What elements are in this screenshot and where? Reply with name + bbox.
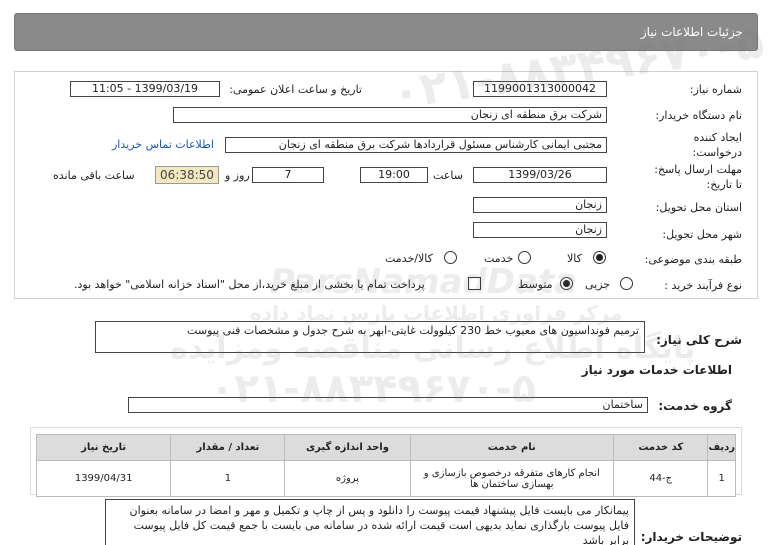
cell-unit: پروژه (284, 460, 411, 497)
buyer-field: شرکت برق منطقه ای زنجان (173, 107, 607, 123)
services-table: ردیف کد خدمت نام خدمت واحد اندازه گیری ت… (35, 434, 736, 497)
deadline-date-field: 1399/03/26 (473, 167, 607, 183)
col-service-name: نام خدمت (409, 434, 615, 461)
province-label: استان محل تحویل: (655, 201, 742, 214)
buyer-label: نام دستگاه خریدار: (655, 109, 742, 122)
deadline-time-field: 19:00 (360, 167, 428, 183)
table-row: 1 ج-44 انجام کارهای متفرقه درخصوص بازساز… (35, 460, 736, 497)
category-goods-service-radio[interactable] (444, 251, 457, 264)
process-medium-label: متوسط (518, 278, 553, 291)
category-goods-radio[interactable] (593, 251, 606, 264)
category-label: طبقه بندی موضوعی: (644, 253, 742, 266)
col-need-date: تاریخ نیاز (35, 434, 172, 461)
category-service-radio[interactable] (518, 251, 531, 264)
cell-need-date: 1399/04/31 (35, 460, 172, 497)
buyer-notes-label: توضیحات خریدار: (640, 530, 742, 544)
col-service-code: کد خدمت (613, 434, 709, 461)
announce-date-label: تاریخ و ساعت اعلان عمومی: (229, 83, 362, 96)
cell-service-code: ج-44 (613, 460, 709, 497)
creator-label: ایجاد کننده درخواست: (692, 131, 742, 159)
announce-date-field: 1399/03/19 - 11:05 (70, 81, 220, 97)
treasury-checkbox[interactable] (468, 277, 481, 290)
services-section-title: اطلاعات خدمات مورد نیاز (581, 363, 732, 377)
creator-field: مجتبی ایمانی کارشناس مسئول قراردادها شرک… (225, 137, 607, 153)
city-field: زنجان (473, 222, 607, 238)
service-group-label: گروه خدمت: (658, 399, 732, 413)
treasury-text: پرداخت تمام یا بخشی از مبلغ خرید،از محل … (74, 278, 425, 291)
deadline-label: مهلت ارسال پاسخ: تا تاریخ: (654, 163, 742, 191)
col-row: ردیف (707, 434, 736, 461)
process-medium-radio[interactable] (560, 277, 573, 290)
cell-quantity: 1 (170, 460, 286, 497)
services-table-wrapper: ردیف کد خدمت نام خدمت واحد اندازه گیری ت… (30, 427, 742, 497)
need-number-label: شماره نیاز: (689, 83, 742, 96)
category-goods-label: کالا (567, 252, 582, 265)
process-label: نوع فرآیند خرید : (664, 279, 742, 292)
table-header-row: ردیف کد خدمت نام خدمت واحد اندازه گیری ت… (35, 434, 736, 461)
city-label: شهر محل تحویل: (662, 228, 742, 241)
cell-row: 1 (707, 460, 736, 497)
category-goods-service-label: کالا/خدمت (385, 252, 433, 265)
remaining-time-display: 06:38:50 (155, 166, 219, 184)
summary-box: ترمیم فونداسیون های معیوب خط 230 کیلوولت… (95, 321, 645, 353)
remaining-time-label: ساعت باقی مانده (53, 169, 135, 182)
days-label: روز و (225, 169, 250, 182)
process-minor-label: جزیی (585, 278, 611, 291)
col-quantity: تعداد / مقدار (170, 434, 286, 461)
summary-label: شرح کلی نیاز: (656, 333, 742, 347)
page-title: جزئیات اطلاعات نیاز (640, 25, 743, 39)
buyer-notes-box: پیمانکار می بایست فایل پیشنهاد قیمت پیوس… (105, 499, 635, 545)
col-unit: واحد اندازه گیری (284, 434, 411, 461)
days-field: 7 (252, 167, 324, 183)
province-field: زنجان (473, 197, 607, 213)
buyer-contact-link[interactable]: اطلاعات تماس خریدار (112, 138, 214, 151)
page-header: جزئیات اطلاعات نیاز (14, 13, 758, 51)
category-service-label: خدمت (484, 252, 514, 265)
deadline-time-label: ساعت (433, 169, 463, 182)
process-minor-radio[interactable] (620, 277, 633, 290)
cell-service-name: انجام کارهای متفرقه درخصوص بازسازی و بهس… (409, 460, 615, 497)
service-group-field: ساختمان (128, 397, 648, 413)
need-number-field: 1199001313000042 (473, 81, 607, 97)
